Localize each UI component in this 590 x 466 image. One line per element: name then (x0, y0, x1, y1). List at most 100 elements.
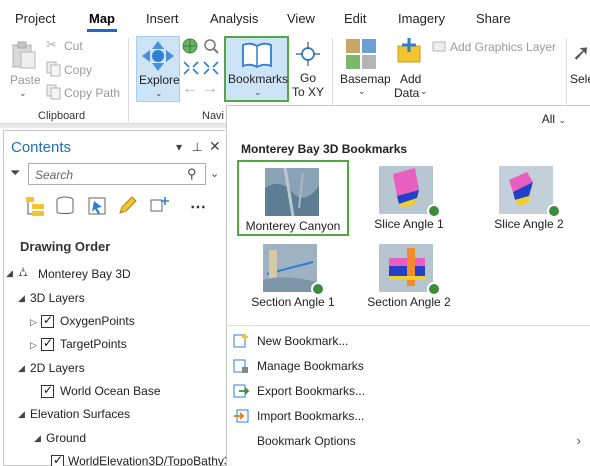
add-data-icon (397, 38, 421, 63)
tree-item-oxygen-points[interactable]: OxygenPoints (60, 314, 135, 328)
clipboard-group-label: Clipboard (38, 110, 86, 122)
import-bookmarks-label: Import Bookmarks... (257, 409, 365, 423)
bookmark-slice-angle-1[interactable]: Slice Angle 1 (353, 160, 465, 236)
3d-badge-icon (427, 282, 441, 296)
tree-item-elevation-surfaces[interactable]: Elevation Surfaces (30, 407, 130, 421)
cut-button[interactable]: ✂ Cut (44, 37, 104, 55)
options-chevron-icon[interactable]: ⌄ (210, 167, 219, 180)
bookmark-thumbnail (263, 244, 317, 292)
paste-button[interactable]: Paste ⌄ (6, 38, 41, 100)
go-to-xy-label-2: To XY (292, 85, 325, 99)
select-button[interactable]: ➚ Sele (570, 38, 590, 102)
layer-tool-icons (345, 38, 379, 72)
bookmark-thumbnail (499, 166, 553, 214)
list-by-drawing-order-icon[interactable] (24, 195, 46, 217)
tree-item-world-elevation[interactable]: WorldElevation3D/TopoBathy3 (68, 454, 231, 466)
tab-imagery[interactable]: Imagery (398, 11, 445, 26)
search-placeholder: Search (35, 168, 74, 182)
tree-item-target-points[interactable]: TargetPoints (60, 337, 127, 351)
add-data-label-1: Add (400, 72, 422, 86)
bookmark-section-angle-1[interactable]: Section Angle 1 (237, 238, 349, 314)
manage-bookmarks-label: Manage Bookmarks (257, 359, 364, 373)
add-graphics-layer-label: Add Graphics Layer (450, 40, 557, 54)
graphics-layer-icon (432, 41, 446, 52)
contents-title: Contents (11, 139, 72, 156)
visibility-checkbox[interactable] (41, 336, 54, 351)
bookmarks-button[interactable]: Bookmarks ⌄ (224, 36, 289, 102)
gallery-header: Monterey Bay 3D Bookmarks (241, 142, 408, 156)
new-bookmark-menu-item[interactable]: New Bookmark... (227, 329, 590, 353)
bookmark-options-menu-item[interactable]: Bookmark Options › (227, 429, 590, 453)
import-bookmarks-menu-item[interactable]: Import Bookmarks... (227, 404, 590, 428)
copy-path-button[interactable]: Copy Path (44, 83, 122, 101)
search-input[interactable]: Search ⚲ (28, 163, 206, 185)
explore-button[interactable]: Explore ⌄ (136, 36, 180, 102)
export-bookmarks-menu-item[interactable]: Export Bookmarks... (227, 379, 590, 403)
tab-insert[interactable]: Insert (146, 11, 179, 26)
zoom-in-button[interactable] (182, 60, 222, 78)
collapse-triangle-icon[interactable]: ◢ (18, 409, 25, 420)
list-by-data-source-icon[interactable] (54, 195, 76, 217)
tab-view[interactable]: View (287, 11, 315, 26)
bookmark-monterey-canyon[interactable]: Monterey Canyon (237, 160, 349, 236)
collapse-triangle-icon[interactable]: ◢ (18, 363, 25, 374)
collapse-triangle-icon[interactable]: ◢ (18, 293, 25, 304)
expand-triangle-icon[interactable]: ▷ (30, 317, 37, 328)
manage-bookmarks-menu-item[interactable]: Manage Bookmarks (227, 354, 590, 378)
tree-item-ground[interactable]: Ground (46, 431, 86, 445)
pane-menu-chevron-icon[interactable]: ▾ (176, 140, 182, 154)
bookmark-slice-angle-2[interactable]: Slice Angle 2 (473, 160, 585, 236)
bookmark-label: Slice Angle 1 (374, 217, 444, 231)
filter-icon[interactable]: ⏷ (10, 165, 20, 181)
new-bookmark-icon (233, 334, 248, 348)
pin-icon[interactable]: ⊥ (192, 140, 202, 154)
collapse-triangle-icon[interactable]: ◢ (6, 268, 13, 279)
copy-icon (46, 61, 61, 77)
bookmark-label: Slice Angle 2 (494, 217, 564, 231)
copy-path-icon (46, 84, 61, 100)
tree-item-world-ocean-base[interactable]: World Ocean Base (60, 384, 161, 398)
copy-path-label: Copy Path (64, 86, 121, 100)
tab-analysis[interactable]: Analysis (210, 11, 258, 26)
contents-pane: Contents ▾ ⊥ ✕ ⏷ Search ⚲ ⌄ ⋯ Drawing Or… (3, 130, 231, 466)
chevron-down-icon: ⌄ (558, 115, 566, 125)
list-by-selection-icon[interactable] (86, 195, 108, 217)
tree-item-map[interactable]: Monterey Bay 3D (38, 267, 131, 281)
close-icon[interactable]: ✕ (209, 138, 221, 155)
explore-icon (142, 41, 174, 71)
full-extent-button[interactable] (182, 38, 200, 56)
tab-share[interactable]: Share (476, 11, 511, 26)
expand-triangle-icon[interactable]: ▷ (30, 340, 37, 351)
ribbon-tab-bar: Project Map Insert Analysis View Edit Im… (0, 0, 590, 34)
add-data-button[interactable]: Add Data ⌄ (392, 38, 428, 102)
add-graphics-layer-button[interactable]: Add Graphics Layer (432, 37, 560, 55)
gallery-filter-label: All (541, 112, 556, 126)
bookmark-thumbnail (379, 244, 433, 292)
list-by-snapping-icon[interactable] (148, 195, 170, 217)
more-options-icon[interactable]: ⋯ (190, 197, 206, 217)
collapse-triangle-icon[interactable]: ◢ (34, 433, 41, 444)
3d-badge-icon (547, 204, 561, 218)
basemap-button[interactable]: Basemap ⌄ (338, 72, 391, 102)
visibility-checkbox[interactable] (41, 383, 54, 398)
gallery-filter-dropdown[interactable]: All ⌄ (542, 112, 566, 126)
bookmark-section-angle-2[interactable]: Section Angle 2 (353, 238, 465, 314)
fixed-zoom-button[interactable] (203, 38, 221, 56)
arrow-right-icon: → (202, 80, 218, 97)
copy-button[interactable]: Copy (44, 60, 104, 78)
visibility-checkbox[interactable] (51, 453, 64, 466)
go-to-xy-button[interactable]: Go To XY (292, 38, 324, 100)
tree-item-3d-layers[interactable]: 3D Layers (30, 291, 85, 305)
manage-bookmarks-icon (233, 359, 248, 373)
tab-edit[interactable]: Edit (344, 11, 366, 26)
drawing-order-heading: Drawing Order (20, 239, 111, 254)
tree-item-2d-layers[interactable]: 2D Layers (30, 361, 85, 375)
bookmarks-gallery: All ⌄ Monterey Bay 3D Bookmarks Monterey… (226, 105, 590, 466)
crosshair-icon (296, 42, 320, 66)
active-tab-indicator (87, 29, 117, 32)
list-by-editing-icon[interactable] (116, 195, 138, 217)
visibility-checkbox[interactable] (41, 313, 54, 328)
previous-extent-button[interactable]: ← → (182, 80, 222, 100)
tab-project[interactable]: Project (15, 11, 55, 26)
tab-map[interactable]: Map (89, 11, 115, 26)
